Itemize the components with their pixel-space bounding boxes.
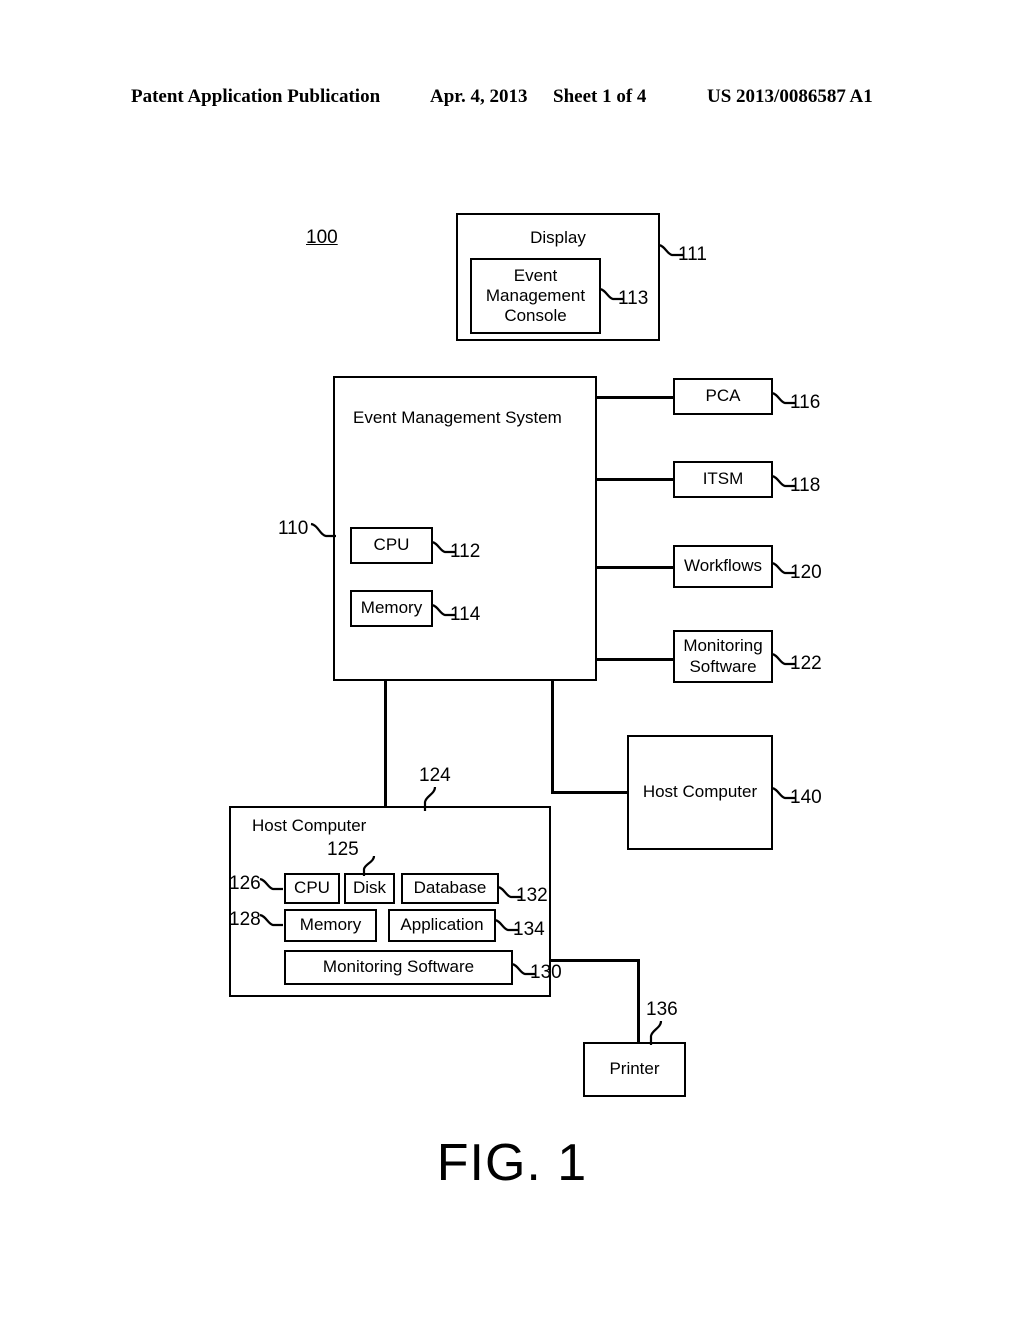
printer-block: Printer [583, 1042, 686, 1097]
leader-line-128 [259, 913, 283, 927]
host-database-label: Database [413, 878, 487, 898]
sheet-number-label: Sheet 1 of 4 [553, 86, 647, 107]
ref-numeral-100-system: 100 [306, 227, 338, 248]
ref-numeral-114-ems-memory: 114 [450, 604, 481, 625]
connector-ems-to-itsm [597, 478, 673, 481]
publication-date: Apr. 4, 2013 [430, 86, 528, 107]
leader-line-124 [423, 786, 437, 811]
leader-line-125 [362, 855, 376, 876]
event-management-system-label: Event Management System [353, 408, 562, 427]
connector-ems-to-monitoring-software [597, 658, 673, 661]
leader-line-110 [310, 522, 336, 538]
workflows-block: Workflows [673, 545, 773, 588]
publication-label: Patent Application Publication [131, 86, 381, 107]
ref-numeral-116-pca: 116 [790, 392, 821, 413]
event-management-console-label-line1: Event [513, 265, 558, 285]
host-application-block: Application [388, 909, 496, 942]
figure-caption: FIG. 1 [436, 1134, 588, 1192]
host-computer-secondary-block: Host Computer [627, 735, 773, 850]
ref-numeral-134-host-application: 134 [513, 919, 545, 940]
ems-memory-label: Memory [360, 598, 423, 618]
patent-number-label: US 2013/0086587 A1 [707, 86, 873, 107]
ref-numeral-128-host-memory: 128 [229, 909, 261, 930]
connector-ems-down-to-host-computer-secondary [551, 681, 554, 793]
event-management-console-label-line2: Management [485, 285, 586, 305]
monitoring-software-ems-label-line1: Monitoring [683, 636, 763, 656]
ref-numeral-130-host-monitoring-software: 130 [530, 962, 562, 983]
page-running-header: Patent Application Publication Apr. 4, 2… [0, 86, 1024, 116]
host-monitoring-software-block: Monitoring Software [284, 950, 513, 985]
event-management-console-block: Event Management Console [470, 258, 601, 334]
ref-numeral-110-event-management-system: 110 [278, 518, 309, 539]
host-cpu-block: CPU [284, 873, 340, 904]
host-disk-label: Disk [352, 878, 387, 898]
ref-numeral-136-printer: 136 [646, 999, 678, 1020]
monitoring-software-ems-label-line2: Software [689, 656, 757, 676]
itsm-block: ITSM [673, 461, 773, 498]
ref-numeral-118-itsm: 118 [790, 475, 821, 496]
ref-numeral-125-host-disk: 125 [327, 839, 359, 860]
ref-numeral-126-host-cpu: 126 [229, 873, 261, 894]
ref-numeral-113-console: 113 [618, 288, 649, 309]
host-monitoring-software-label: Monitoring Software [322, 957, 475, 977]
host-application-label: Application [400, 915, 484, 935]
ems-memory-block: Memory [350, 590, 433, 627]
pca-block: PCA [673, 378, 773, 415]
ref-numeral-124-host-computer-main: 124 [419, 765, 451, 786]
host-cpu-label: CPU [294, 878, 330, 898]
leader-line-126 [259, 877, 283, 891]
connector-ems-to-pca [597, 396, 673, 399]
ref-numeral-132-host-database: 132 [516, 885, 548, 906]
ref-numeral-122-monitoring-software: 122 [790, 653, 822, 674]
monitoring-software-ems-block: Monitoring Software [673, 630, 773, 683]
workflows-label: Workflows [683, 556, 763, 576]
ref-numeral-140-host-computer-secondary: 140 [790, 787, 822, 808]
ref-numeral-120-workflows: 120 [790, 562, 822, 583]
ems-cpu-label: CPU [373, 535, 410, 555]
event-management-console-label-line3: Console [504, 306, 567, 326]
connector-ems-to-workflows [597, 566, 673, 569]
host-memory-block: Memory [284, 909, 377, 942]
host-disk-block: Disk [344, 873, 395, 904]
connector-ems-to-host-computer-main [384, 681, 387, 808]
ems-cpu-block: CPU [350, 527, 433, 564]
ref-numeral-111-display: 111 [678, 244, 707, 265]
itsm-label: ITSM [702, 469, 744, 489]
host-computer-main-label: Host Computer [252, 816, 367, 835]
ref-numeral-112-ems-cpu: 112 [450, 541, 481, 562]
printer-label: Printer [609, 1059, 660, 1079]
pca-label: PCA [705, 386, 741, 406]
leader-line-136 [649, 1020, 663, 1045]
connector-to-host-computer-secondary [551, 791, 629, 794]
host-memory-label: Memory [299, 915, 362, 935]
connector-host-to-printer-horizontal [551, 959, 639, 962]
connector-host-to-printer-vertical [637, 959, 640, 1044]
host-computer-secondary-label: Host Computer [642, 782, 758, 802]
host-database-block: Database [401, 873, 499, 904]
display-block-label: Display [530, 228, 586, 247]
